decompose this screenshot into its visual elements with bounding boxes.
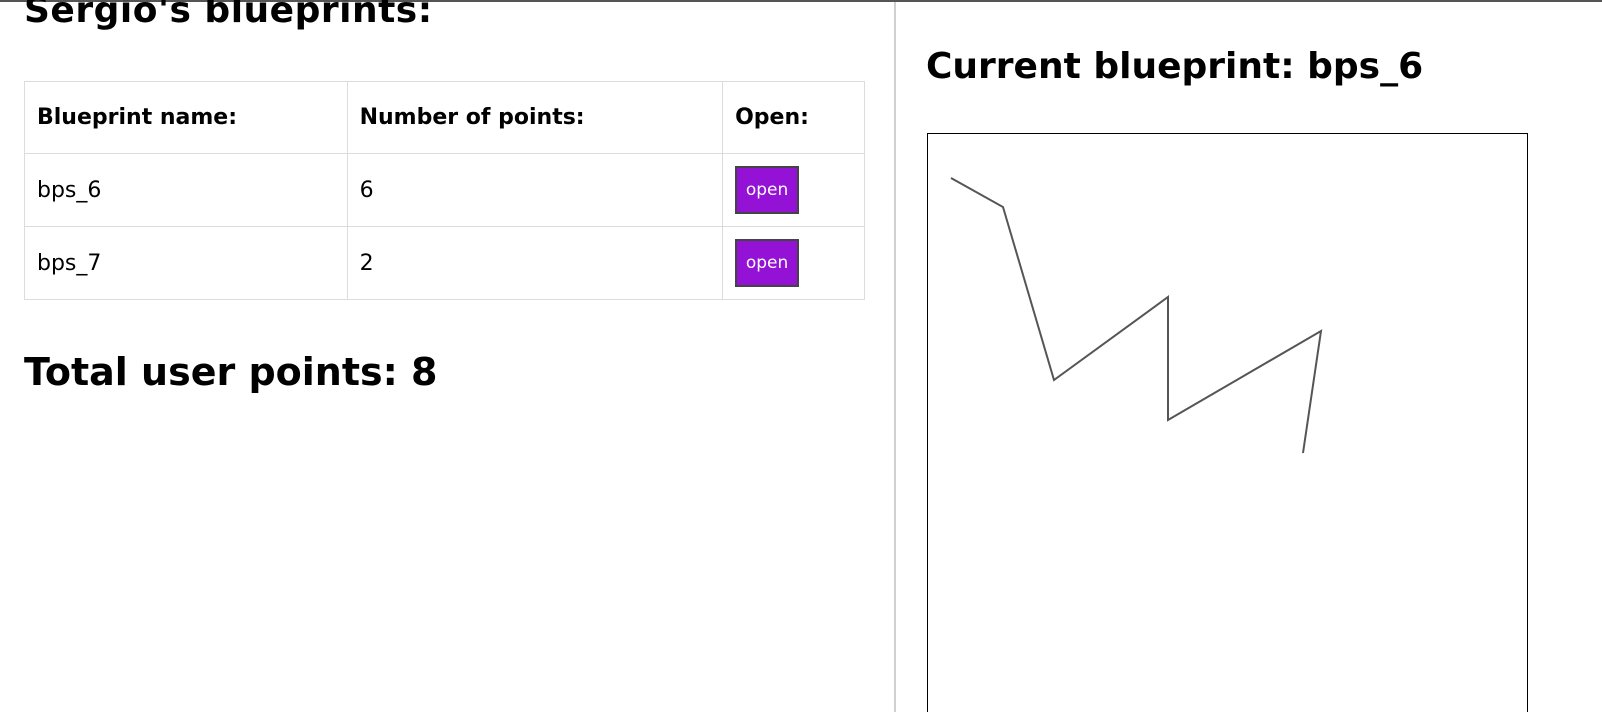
points-count-cell: 6 (346, 153, 724, 227)
page-title: Sergio's blueprints: (24, 0, 433, 31)
table-row: bps_7 2 open (24, 226, 865, 300)
open-button-bps-6[interactable]: open (735, 166, 800, 214)
open-button-bps-7[interactable]: open (735, 239, 800, 287)
blueprints-panel: Sergio's blueprints: Blueprint name: Num… (0, 0, 896, 712)
header-open: Open: (722, 81, 865, 154)
blueprints-table: Blueprint name: Number of points: Open: … (24, 81, 865, 300)
blueprint-drawing (950, 177, 1323, 454)
table-row: bps_6 6 open (24, 153, 865, 227)
blueprint-canvas[interactable] (927, 133, 1528, 712)
header-blueprint-name: Blueprint name: (24, 81, 348, 154)
open-cell: open (722, 153, 865, 227)
points-count-cell: 2 (346, 226, 724, 300)
open-cell: open (722, 226, 865, 300)
table-header-row: Blueprint name: Number of points: Open: (24, 81, 865, 154)
total-user-points: Total user points: 8 (24, 350, 438, 394)
blueprint-name-cell: bps_6 (24, 153, 348, 227)
current-blueprint-title: Current blueprint: bps_6 (926, 46, 1424, 87)
blueprint-line (950, 177, 1323, 454)
page: Sergio's blueprints: Blueprint name: Num… (0, 0, 1602, 712)
blueprint-name-cell: bps_7 (24, 226, 348, 300)
current-blueprint-panel: Current blueprint: bps_6 (896, 2, 1602, 712)
header-number-of-points: Number of points: (346, 81, 724, 154)
